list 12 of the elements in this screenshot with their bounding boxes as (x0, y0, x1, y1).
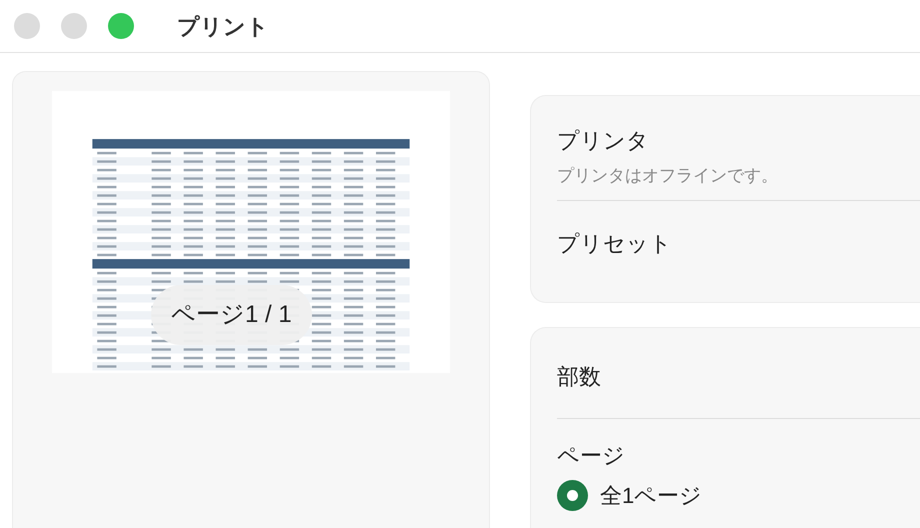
close-button[interactable] (14, 13, 40, 39)
pages-label: ページ (557, 442, 626, 470)
window-title: プリント (177, 12, 269, 40)
radio-label: 全1ページ (600, 482, 702, 510)
zoom-button[interactable] (108, 13, 134, 39)
copies-label: 部数 (557, 363, 602, 391)
printer-status: プリンタはオフラインです。 (557, 165, 779, 187)
radio-button[interactable] (557, 480, 588, 511)
page-indicator: ページ1 / 1 (151, 285, 312, 345)
minimize-button[interactable] (61, 13, 87, 39)
preset-label: プリセット (557, 230, 673, 258)
printer-label: プリンタ (557, 127, 650, 155)
